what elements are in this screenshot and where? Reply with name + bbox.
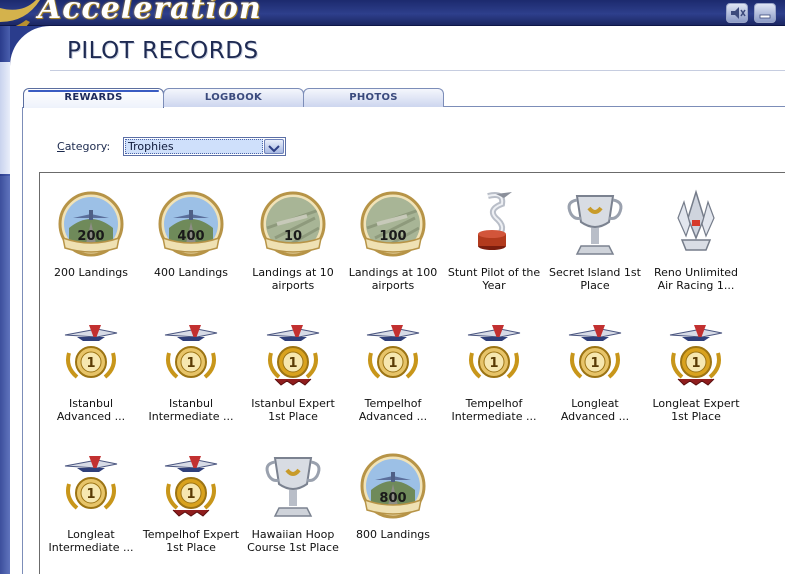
landing-badge-icon: 800 <box>357 450 429 522</box>
left-rail-highlight <box>0 62 10 174</box>
silver-cup-icon <box>257 450 329 522</box>
trophy-item[interactable]: 10 Landings at 10 airports <box>243 188 343 292</box>
airport-badge-icon: 10 <box>257 188 329 260</box>
air-race-expert-medal-icon: 1 <box>155 450 227 522</box>
svg-text:1: 1 <box>691 356 700 371</box>
landing-badge-icon: 200 <box>55 188 127 260</box>
svg-text:1: 1 <box>590 356 599 371</box>
trophy-label: 200 Landings <box>53 266 129 279</box>
tab-strip-divider <box>443 106 785 107</box>
trophy-label: Landings at 100 airports <box>348 266 438 292</box>
dropdown-arrow-button[interactable] <box>264 139 284 154</box>
trophy-item[interactable]: Hawaiian Hoop Course 1st Place <box>243 450 343 554</box>
reno-trophy-icon <box>660 188 732 260</box>
svg-text:10: 10 <box>284 229 302 244</box>
trophy-item[interactable]: 1 Tempelhof Intermediate ... <box>444 319 544 423</box>
minimize-icon <box>759 14 771 19</box>
left-rail-lower <box>0 176 10 574</box>
trophy-label: Landings at 10 airports <box>252 266 334 292</box>
category-label: Category: <box>57 140 110 153</box>
air-race-medal-icon: 1 <box>155 319 227 391</box>
svg-text:1: 1 <box>86 356 95 371</box>
trophy-item[interactable]: 1 Longleat Intermediate ... <box>41 450 141 554</box>
trophy-label: Istanbul Intermediate ... <box>148 397 234 423</box>
air-race-medal-icon: 1 <box>458 319 530 391</box>
airport-badge-icon: 100 <box>357 188 429 260</box>
landing-badge-icon: 400 <box>155 188 227 260</box>
title-banner: Acceleration <box>0 0 785 40</box>
air-race-medal-icon: 1 <box>559 319 631 391</box>
speaker-muted-icon <box>731 7 746 19</box>
trophy-item[interactable]: Stunt Pilot of the Year <box>444 188 544 292</box>
trophy-label: Istanbul Expert 1st Place <box>251 397 335 423</box>
trophy-item[interactable]: 400 400 Landings <box>141 188 241 279</box>
trophy-item[interactable]: 1 Longleat Expert 1st Place <box>646 319 746 423</box>
trophy-item[interactable]: 1 Istanbul Expert 1st Place <box>243 319 343 423</box>
category-label-accesskey: C <box>57 140 65 153</box>
air-race-expert-medal-icon: 1 <box>257 319 329 391</box>
air-race-medal-icon: 1 <box>357 319 429 391</box>
tab-photos[interactable]: PHOTOS <box>303 88 444 107</box>
trophy-label: Secret Island 1st Place <box>549 266 641 292</box>
svg-text:1: 1 <box>186 487 195 502</box>
trophy-label: Istanbul Advanced ... <box>56 397 126 423</box>
trophy-item[interactable]: 800 800 Landings <box>343 450 443 541</box>
trophy-item[interactable]: 1 Istanbul Advanced ... <box>41 319 141 423</box>
air-race-medal-icon: 1 <box>55 450 127 522</box>
trophy-label: Tempelhof Intermediate ... <box>451 397 537 423</box>
tab-rewards[interactable]: REWARDS <box>23 88 164 108</box>
svg-text:800: 800 <box>379 491 406 506</box>
svg-text:400: 400 <box>177 229 204 244</box>
svg-text:1: 1 <box>86 487 95 502</box>
brand-title: Acceleration <box>38 0 262 26</box>
trophy-item[interactable]: 100 Landings at 100 airports <box>343 188 443 292</box>
svg-text:100: 100 <box>379 229 406 244</box>
silver-cup-icon <box>559 188 631 260</box>
svg-text:1: 1 <box>388 356 397 371</box>
trophy-item[interactable]: Secret Island 1st Place <box>545 188 645 292</box>
air-race-expert-medal-icon: 1 <box>660 319 732 391</box>
tab-logbook[interactable]: LOGBOOK <box>163 88 304 107</box>
category-selected-value: Trophies <box>125 139 263 154</box>
trophy-item[interactable]: 1 Longleat Advanced ... <box>545 319 645 423</box>
page-title: PILOT RECORDS <box>67 38 259 64</box>
trophy-label: Longleat Intermediate ... <box>48 528 134 554</box>
minimize-button[interactable] <box>754 3 776 23</box>
trophy-label: Hawaiian Hoop Course 1st Place <box>247 528 339 554</box>
trophy-label: Stunt Pilot of the Year <box>447 266 541 292</box>
trophy-label: 400 Landings <box>153 266 229 279</box>
air-race-medal-icon: 1 <box>55 319 127 391</box>
trophy-label: Reno Unlimited Air Racing 1... <box>653 266 739 292</box>
svg-text:1: 1 <box>489 356 498 371</box>
title-divider <box>50 70 785 71</box>
stunt-trophy-icon <box>458 188 530 260</box>
trophy-item[interactable]: 1 Tempelhof Advanced ... <box>343 319 443 423</box>
trophy-item[interactable]: Reno Unlimited Air Racing 1... <box>646 188 746 292</box>
category-dropdown[interactable]: Trophies <box>123 137 286 156</box>
trophy-label: 800 Landings <box>355 528 431 541</box>
svg-text:1: 1 <box>288 356 297 371</box>
trophy-label: Longleat Expert 1st Place <box>652 397 740 423</box>
trophy-item[interactable]: 1 Istanbul Intermediate ... <box>141 319 241 423</box>
trophy-label: Longleat Advanced ... <box>560 397 630 423</box>
svg-text:1: 1 <box>186 356 195 371</box>
trophy-label: Tempelhof Advanced ... <box>358 397 428 423</box>
trophy-item[interactable]: 1 Tempelhof Expert 1st Place <box>141 450 241 554</box>
chevron-down-icon <box>268 145 280 153</box>
trophy-label: Tempelhof Expert 1st Place <box>142 528 240 554</box>
trophy-item[interactable]: 200 200 Landings <box>41 188 141 279</box>
svg-text:200: 200 <box>77 229 104 244</box>
sound-toggle-button[interactable] <box>726 3 748 23</box>
category-label-text: ategory: <box>64 140 111 153</box>
